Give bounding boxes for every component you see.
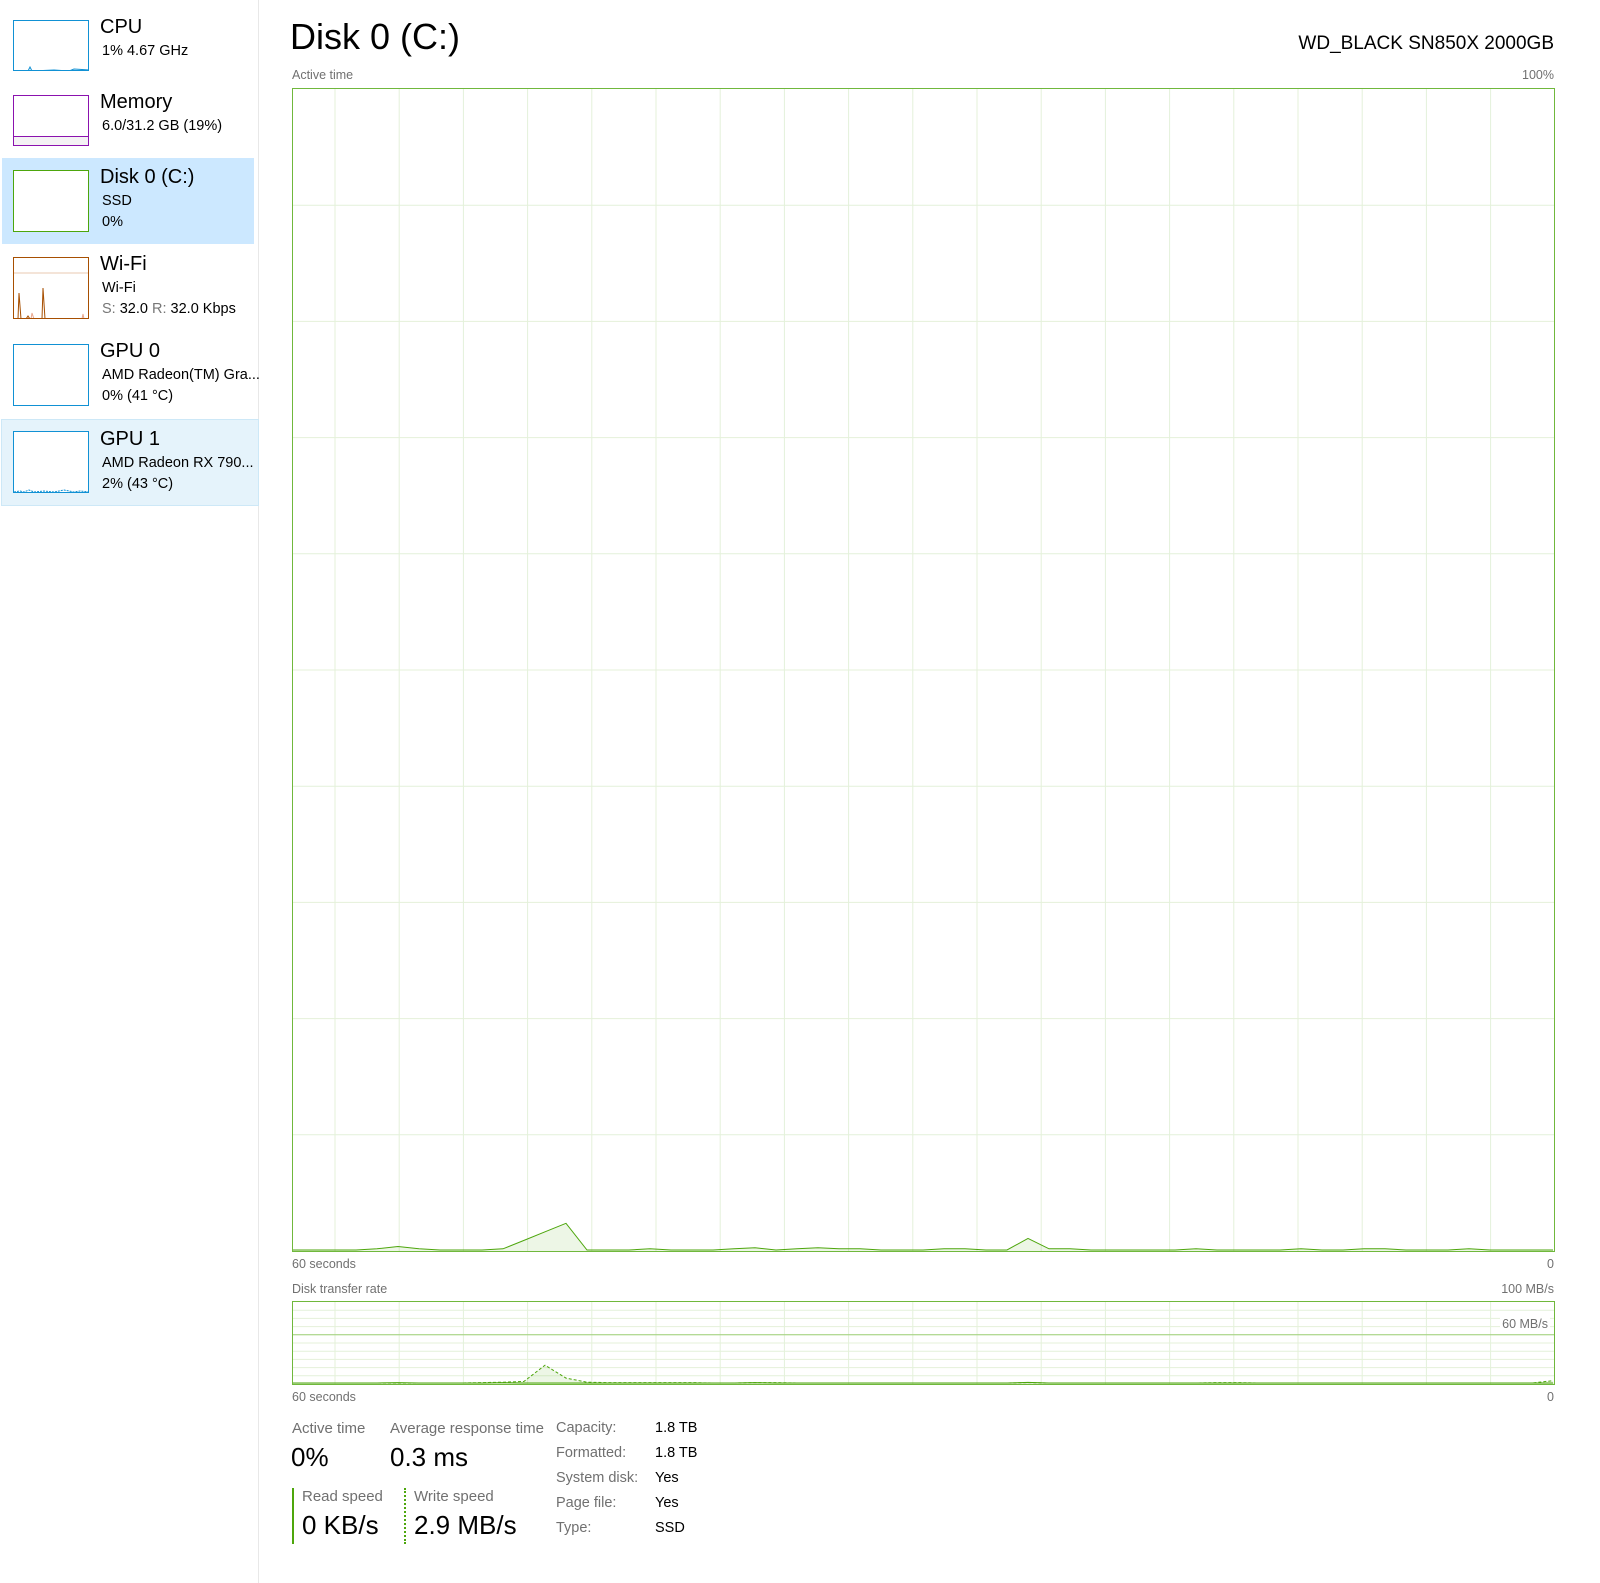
avg-response-value: 0.3 ms — [390, 1442, 469, 1472]
property-label: Capacity: — [556, 1420, 617, 1436]
item-detail: 6.0/31.2 GB (19%) — [102, 118, 223, 134]
read-speed-value: 0 KB/s — [302, 1510, 379, 1540]
property-label: System disk: — [556, 1470, 639, 1486]
property-label: Type: — [556, 1520, 592, 1536]
transfer-rate-chart — [292, 1301, 1555, 1385]
wifi-thumbnail-graph — [13, 257, 89, 319]
sidebar-item-gpu-1[interactable]: GPU 1 AMD Radeon RX 790... 2% (43 °C) — [1, 419, 259, 506]
active-time-value: 0% — [291, 1442, 329, 1472]
property-value: 1.8 TB — [655, 1420, 698, 1436]
recv-value: 32.0 Kbps — [170, 301, 236, 317]
sidebar: CPU 1% 4.67 GHz Memory 6.0/31.2 GB (19%)… — [0, 0, 260, 1583]
gpu1-thumbnail-graph — [13, 431, 89, 493]
page-title: Disk 0 (C:) — [290, 16, 460, 57]
item-name: CPU — [100, 16, 143, 38]
sidebar-item-wifi[interactable]: Wi-Fi Wi-Fi S: 32.0 R: 32.0 Kbps — [2, 249, 258, 336]
item-name: Disk 0 (C:) — [100, 166, 195, 188]
sidebar-item-gpu-0[interactable]: GPU 0 AMD Radeon(TM) Gra... 0% (41 °C) — [2, 336, 260, 423]
send-value: 32.0 — [119, 301, 148, 317]
gpu0-thumbnail-graph — [13, 344, 89, 406]
write-legend-line — [404, 1488, 406, 1544]
property-value: 1.8 TB — [655, 1445, 698, 1461]
send-label: S: — [102, 301, 116, 317]
active-time-chart — [292, 88, 1555, 1252]
property-value: Yes — [655, 1495, 679, 1511]
x-left-label: 60 seconds — [292, 1390, 356, 1404]
y-max-label: 100 MB/s — [1501, 1282, 1554, 1296]
write-speed-label: Write speed — [414, 1488, 494, 1505]
x-right-label: 0 — [1547, 1390, 1554, 1404]
series-line-active-time — [293, 1222, 1553, 1251]
item-detail: AMD Radeon(TM) Gra... — [102, 367, 260, 383]
active-time-label: Active time — [292, 1420, 366, 1437]
item-name: GPU 0 — [100, 340, 161, 362]
chart-title: Disk transfer rate — [292, 1282, 388, 1296]
item-name: Wi-Fi — [100, 253, 147, 275]
wifi-throughput: S: 32.0 R: 32.0 Kbps — [102, 301, 236, 317]
series-area — [293, 1223, 1554, 1251]
recv-label: R: — [152, 301, 167, 317]
item-detail: 1% 4.67 GHz — [102, 43, 189, 59]
item-detail: SSD — [102, 193, 132, 209]
disk-thumbnail-graph — [13, 170, 89, 232]
property-value: SSD — [655, 1520, 685, 1536]
property-value: Yes — [655, 1470, 679, 1486]
property-label: Page file: — [556, 1495, 617, 1511]
item-usage: 2% (43 °C) — [102, 476, 174, 492]
item-name: GPU 1 — [100, 428, 161, 450]
write-speed-value: 2.9 MB/s — [414, 1510, 517, 1540]
read-legend-line — [292, 1488, 294, 1544]
sidebar-item-disk-0[interactable]: Disk 0 (C:) SSD 0% — [2, 158, 254, 244]
item-name: Memory — [100, 91, 173, 113]
x-right-label: 0 — [1547, 1257, 1554, 1271]
property-label: Formatted: — [556, 1445, 627, 1461]
read-speed-label: Read speed — [302, 1488, 383, 1505]
memory-thumbnail-graph — [13, 95, 89, 146]
item-detail: AMD Radeon RX 790... — [102, 455, 254, 471]
avg-response-label: Average response time — [390, 1420, 544, 1437]
item-usage: 0% (41 °C) — [102, 388, 174, 404]
item-usage: 0% — [102, 214, 123, 230]
disk-model: WD_BLACK SN850X 2000GB — [1298, 33, 1554, 54]
ref-line-label: 60 MB/s — [1500, 1317, 1550, 1331]
y-max-label: 100% — [1522, 68, 1554, 82]
item-detail: Wi-Fi — [102, 280, 136, 296]
sidebar-item-cpu[interactable]: CPU 1% 4.67 GHz — [2, 12, 258, 99]
x-left-label: 60 seconds — [292, 1257, 356, 1271]
chart-title: Active time — [292, 68, 354, 82]
cpu-thumbnail-graph — [13, 20, 89, 71]
